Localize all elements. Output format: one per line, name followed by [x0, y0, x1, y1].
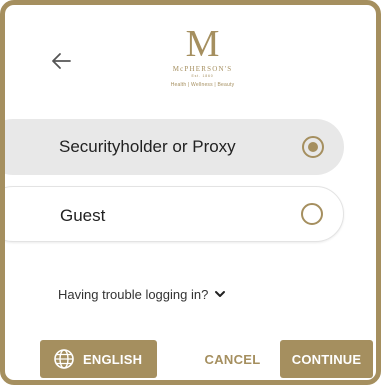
chevron-down-icon — [215, 291, 226, 297]
continue-button[interactable]: CONTINUE — [280, 340, 373, 378]
brand-logo: M McPHERSON'S Est. 1860 Health | Wellnes… — [155, 25, 250, 95]
option-securityholder-proxy[interactable]: Securityholder or Proxy — [5, 119, 344, 175]
language-button[interactable]: ENGLISH — [40, 340, 157, 378]
logo-mark: M — [185, 23, 220, 65]
logo-established: Est. 1860 — [191, 74, 214, 78]
radio-dot — [308, 142, 318, 152]
cancel-button[interactable]: CANCEL — [195, 340, 270, 378]
arrow-left-icon — [52, 53, 71, 69]
trouble-logging-in-link[interactable]: Having trouble logging in? — [58, 284, 226, 304]
trouble-label: Having trouble logging in? — [58, 286, 209, 302]
radio-selected[interactable] — [302, 136, 324, 158]
logo-brand: McPHERSON'S — [172, 65, 233, 73]
language-label: ENGLISH — [83, 351, 143, 367]
option-guest[interactable]: Guest — [5, 186, 344, 242]
back-button[interactable] — [49, 49, 77, 73]
radio-unselected[interactable] — [301, 203, 323, 225]
option-label: Securityholder or Proxy — [59, 137, 236, 156]
login-dialog: M McPHERSON'S Est. 1860 Health | Wellnes… — [0, 0, 381, 385]
option-label: Guest — [60, 206, 106, 225]
globe-icon — [54, 349, 74, 369]
logo-tagline: Health | Wellness | Beauty — [170, 82, 235, 88]
